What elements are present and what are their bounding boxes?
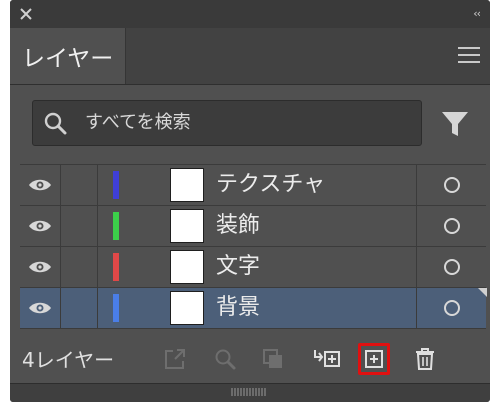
panel-footer: 4レイヤー [10, 336, 490, 384]
search-field[interactable]: すべてを検索 [32, 100, 422, 146]
visibility-toggle[interactable] [20, 165, 61, 205]
layer-row[interactable]: 文字 [20, 247, 486, 288]
lock-toggle[interactable] [61, 206, 98, 246]
layer-thumbnail [170, 250, 204, 284]
layer-row[interactable]: 装飾 [20, 206, 486, 247]
search-icon [44, 112, 67, 135]
selection-corner-indicator [478, 288, 487, 297]
new-sublayer-icon [314, 350, 340, 367]
layer-color-bar [113, 171, 119, 199]
export-button[interactable] [162, 346, 188, 372]
layer-name[interactable]: テクスチャ [216, 165, 325, 205]
layer-name[interactable]: 文字 [216, 247, 260, 287]
layer-name[interactable]: 背景 [216, 288, 260, 328]
clipping-mask-button[interactable] [260, 346, 286, 372]
layer-target[interactable] [416, 165, 487, 205]
export-icon [165, 349, 185, 369]
close-icon[interactable] [18, 6, 34, 22]
clipping-mask-icon [263, 349, 282, 368]
target-circle-icon [444, 300, 460, 316]
target-circle-icon [444, 218, 460, 234]
new-sublayer-button[interactable] [312, 346, 342, 372]
panel-menu-icon[interactable] [458, 47, 480, 65]
visibility-toggle[interactable] [20, 288, 61, 328]
collapse-icon[interactable]: ‹‹ [473, 7, 481, 20]
layer-thumbnail [170, 291, 204, 325]
new-layer-icon [365, 350, 383, 368]
visibility-toggle[interactable] [20, 247, 61, 287]
tab-row: レイヤー [10, 28, 490, 85]
resize-grip-icon[interactable] [231, 388, 267, 396]
panel-titlebar: ‹‹ [10, 0, 490, 28]
layer-color-bar [113, 294, 119, 322]
delete-layer-button[interactable] [412, 346, 438, 372]
eye-icon [29, 261, 51, 273]
layer-target[interactable] [416, 247, 487, 287]
tab-layers[interactable]: レイヤー [10, 28, 126, 84]
layer-color-bar [113, 253, 119, 281]
magnifier-icon [215, 349, 236, 370]
layer-target[interactable] [416, 288, 487, 328]
filter-icon[interactable] [441, 110, 469, 138]
locate-object-button[interactable] [212, 346, 238, 372]
lock-toggle[interactable] [61, 247, 98, 287]
trash-icon [416, 348, 434, 370]
layer-row[interactable]: テクスチャ [20, 165, 486, 206]
layer-thumbnail [170, 168, 204, 202]
target-circle-icon [444, 259, 460, 275]
layer-count: 4レイヤー [22, 348, 115, 372]
layers-panel: ‹‹ レイヤー すべてを検索 テクスチャ 装飾 文字 背景 4レイヤー [10, 0, 490, 402]
layer-name[interactable]: 装飾 [216, 206, 260, 246]
new-layer-button[interactable] [358, 343, 390, 375]
layer-target[interactable] [416, 206, 487, 246]
layer-row-selected[interactable]: 背景 [20, 288, 487, 329]
layer-thumbnail [170, 209, 204, 243]
lock-toggle[interactable] [61, 288, 98, 328]
eye-icon [29, 179, 51, 191]
search-input[interactable]: すべてを検索 [85, 101, 191, 145]
visibility-toggle[interactable] [20, 206, 61, 246]
target-circle-icon [444, 177, 460, 193]
lock-toggle[interactable] [61, 165, 98, 205]
layer-list: テクスチャ 装飾 文字 背景 [20, 164, 487, 329]
eye-icon [29, 302, 51, 314]
layer-color-bar [113, 212, 119, 240]
resize-bar[interactable] [10, 383, 490, 402]
eye-icon [29, 220, 51, 232]
